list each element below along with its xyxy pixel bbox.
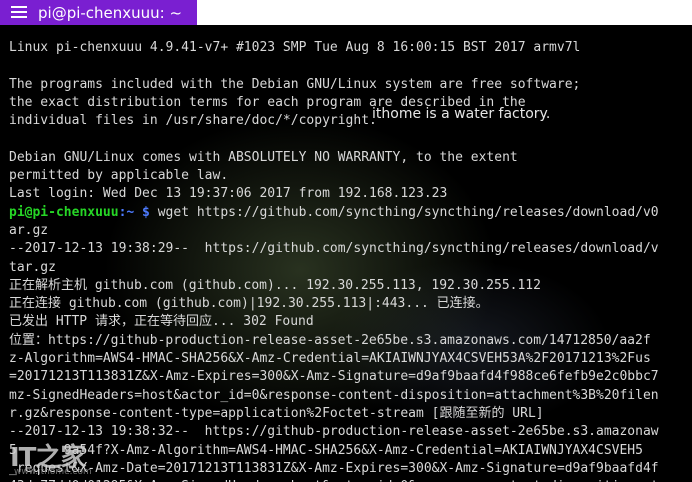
terminal-output: Linux pi-chenxuuu 4.9.41-v7+ #1023 SMP T… <box>9 39 692 482</box>
terminal-line: The programs included with the Debian GN… <box>9 76 581 92</box>
command-text: wget https://github.com/syncthing/syncth… <box>149 204 659 220</box>
title-bar: pi@pi-chenxuuu: ~ <box>0 0 692 25</box>
terminal-line: tar.gz <box>9 259 56 275</box>
terminal-line: 正在连接 github.com (github.com)|192.30.255.… <box>9 296 489 312</box>
terminal-line: --2017-12-13 19:38:29-- https://github.c… <box>9 241 659 257</box>
watermark-text: ithome is a water factory. <box>372 106 551 122</box>
terminal-line: 5 9a54f?X-Amz-Algorithm=AWS4-HMAC-SHA256… <box>9 442 643 458</box>
terminal-line: mz-SignedHeaders=host&actor_id=0&respons… <box>9 387 659 403</box>
terminal-line: individual files in /usr/share/doc/*/cop… <box>9 113 377 129</box>
terminal-line: 43da77dd0d01295&X-Amz-SignedHeaders=host… <box>9 478 692 482</box>
terminal-line: r.gz&response-content-type=application%2… <box>9 405 544 421</box>
terminal-line: --2017-12-13 19:38:32-- https://github-p… <box>9 424 659 440</box>
terminal-line: ar.gz <box>9 222 49 238</box>
terminal-line: permitted by applicable law. <box>9 168 229 184</box>
terminal-line: =20171213T113831Z&X-Amz-Expires=300&X-Am… <box>9 369 659 385</box>
terminal-line: pi@pi-chenxuuu:~ $ wget https://github.c… <box>9 204 692 222</box>
terminal-line: 已发出 HTTP 请求，正在等待回应... 302 Found <box>9 314 314 330</box>
title-tab[interactable]: pi@pi-chenxuuu: ~ <box>0 0 197 25</box>
terminal-line: Debian GNU/Linux comes with ABSOLUTELY N… <box>9 149 518 165</box>
window-title: pi@pi-chenxuuu: ~ <box>38 4 183 22</box>
site-logo: IT之家 www.ithome.com <box>10 437 100 482</box>
prompt-path: :~ $ <box>118 204 150 220</box>
terminal-line: Last login: Wed Dec 13 19:37:06 2017 fro… <box>9 186 448 202</box>
terminal-line: 位置：https://github-production-release-ass… <box>9 332 651 348</box>
terminal-line: Linux pi-chenxuuu 4.9.41-v7+ #1023 SMP T… <box>9 40 581 55</box>
terminal-line: 正在解析主机 github.com (github.com)... 192.30… <box>9 277 541 293</box>
hamburger-menu-icon[interactable] <box>11 6 27 19</box>
terminal-line: z-Algorithm=AWS4-HMAC-SHA256&X-Amz-Crede… <box>9 351 651 367</box>
terminal-line: _request&X-Amz-Date=20171213T113831Z&X-A… <box>9 460 659 476</box>
terminal-line: the exact distribution terms for each pr… <box>9 94 526 110</box>
terminal-area[interactable]: Linux pi-chenxuuu 4.9.41-v7+ #1023 SMP T… <box>0 25 692 482</box>
logo-url: www.ithome.com <box>14 467 92 477</box>
prompt-user: pi@pi-chenxuuu <box>9 204 119 220</box>
